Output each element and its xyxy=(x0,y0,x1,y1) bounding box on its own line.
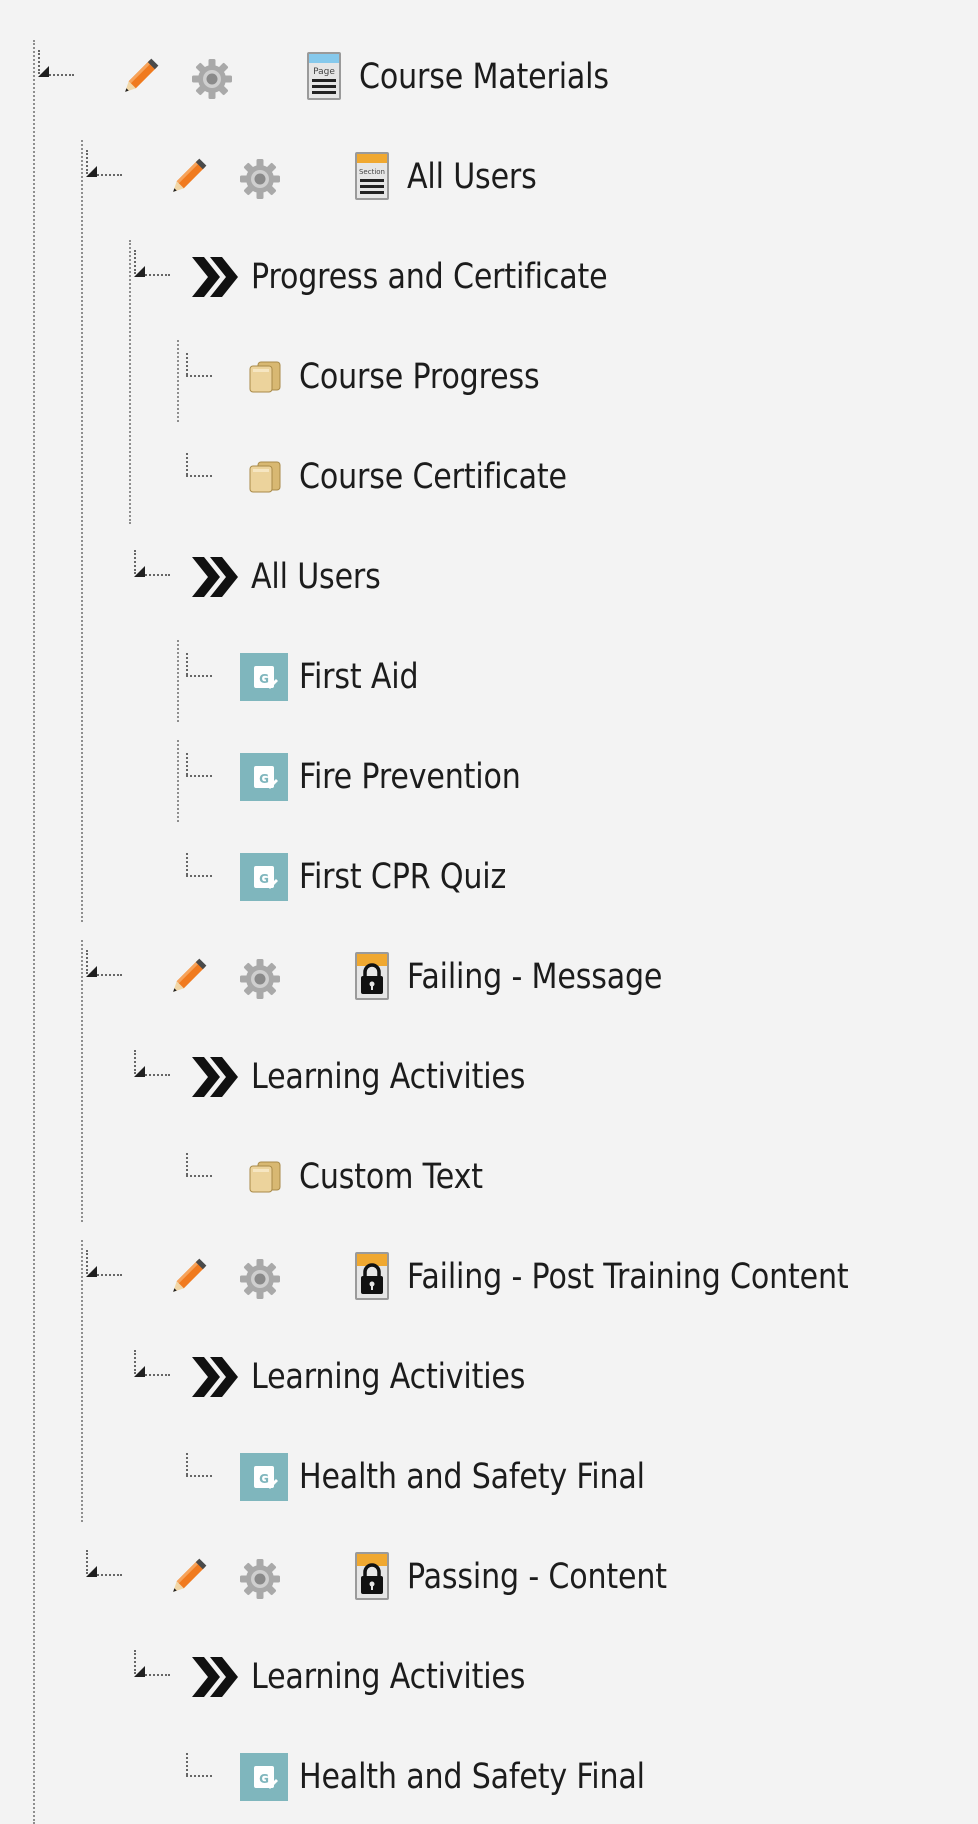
leaf-connector xyxy=(186,1453,216,1477)
tree-leaf-health-and-safety-final[interactable]: Health and Safety Final xyxy=(0,1745,978,1809)
pencil-edit-icon[interactable] xyxy=(118,55,162,99)
folder-icon xyxy=(248,360,282,394)
double-chevron-icon xyxy=(190,253,238,301)
course-module-icon xyxy=(240,1453,288,1501)
tree-node-label[interactable]: Progress and Certificate xyxy=(251,257,608,297)
tree-node-label[interactable]: Failing - Post Training Content xyxy=(407,1257,849,1297)
leaf-connector xyxy=(186,753,216,777)
tree-node-label[interactable]: Fire Prevention xyxy=(299,757,521,797)
locked-section-icon xyxy=(355,1252,389,1300)
gear-settings-icon[interactable] xyxy=(238,157,282,201)
pencil-edit-icon[interactable] xyxy=(166,1555,210,1599)
gear-settings-icon[interactable] xyxy=(238,1257,282,1301)
expand-toggle[interactable] xyxy=(134,1350,182,1380)
expand-toggle[interactable] xyxy=(134,250,182,280)
leaf-connector xyxy=(186,853,216,877)
course-module-icon xyxy=(240,1753,288,1801)
tree-node-label[interactable]: Health and Safety Final xyxy=(299,1457,645,1497)
expand-toggle[interactable] xyxy=(38,50,86,80)
folder-icon xyxy=(248,1160,282,1194)
leaf-connector xyxy=(186,1753,216,1777)
double-chevron-icon xyxy=(190,1653,238,1701)
leaf-connector xyxy=(186,453,216,477)
tree-node-label[interactable]: Custom Text xyxy=(299,1157,483,1197)
tree-node-label[interactable]: Learning Activities xyxy=(251,1657,525,1697)
leaf-connector xyxy=(186,353,216,377)
expand-toggle[interactable] xyxy=(86,1550,134,1580)
tree-leaf-first-aid[interactable]: First Aid xyxy=(0,645,978,709)
tree-leaf-custom-text[interactable]: Custom Text xyxy=(0,1145,978,1209)
tree-group-all-users[interactable]: All Users xyxy=(0,545,978,609)
tree-node-failing-post-training-content[interactable]: Failing - Post Training Content xyxy=(0,1245,978,1309)
tree-leaf-fire-prevention[interactable]: Fire Prevention xyxy=(0,745,978,809)
gear-settings-icon[interactable] xyxy=(190,57,234,101)
tree-group-progress-and-certificate[interactable]: Progress and Certificate xyxy=(0,245,978,309)
tree-node-label[interactable]: First CPR Quiz xyxy=(299,857,506,897)
double-chevron-icon xyxy=(190,1353,238,1401)
double-chevron-icon xyxy=(190,553,238,601)
pencil-edit-icon[interactable] xyxy=(166,1255,210,1299)
tree-node-label[interactable]: Learning Activities xyxy=(251,1057,525,1097)
expand-toggle[interactable] xyxy=(86,950,134,980)
tree-node-label[interactable]: Course Progress xyxy=(299,357,540,397)
expand-toggle[interactable] xyxy=(86,150,134,180)
tree-leaf-course-certificate[interactable]: Course Certificate xyxy=(0,445,978,509)
tree-node-passing-content[interactable]: Passing - Content xyxy=(0,1545,978,1609)
page-icon xyxy=(307,52,341,100)
tree-node-label[interactable]: Passing - Content xyxy=(407,1557,667,1597)
tree-node-failing-message[interactable]: Failing - Message xyxy=(0,945,978,1009)
folder-icon xyxy=(248,460,282,494)
course-module-icon xyxy=(240,853,288,901)
tree-leaf-course-progress[interactable]: Course Progress xyxy=(0,345,978,409)
tree-node-label[interactable]: All Users xyxy=(407,157,537,197)
pencil-edit-icon[interactable] xyxy=(166,155,210,199)
tree-node-label[interactable]: First Aid xyxy=(299,657,419,697)
tree-node-all-users-section[interactable]: All Users xyxy=(0,145,978,209)
tree-node-label[interactable]: Course Certificate xyxy=(299,457,567,497)
tree-group-learning-activities[interactable]: Learning Activities xyxy=(0,1645,978,1709)
expand-toggle[interactable] xyxy=(134,1650,182,1680)
tree-group-learning-activities[interactable]: Learning Activities xyxy=(0,1045,978,1109)
expand-toggle[interactable] xyxy=(134,550,182,580)
course-module-icon xyxy=(240,753,288,801)
tree-group-learning-activities[interactable]: Learning Activities xyxy=(0,1345,978,1409)
tree-node-label[interactable]: Failing - Message xyxy=(407,957,662,997)
course-module-icon xyxy=(240,653,288,701)
tree-node-label[interactable]: Learning Activities xyxy=(251,1357,525,1397)
pencil-edit-icon[interactable] xyxy=(166,955,210,999)
tree-node-label[interactable]: All Users xyxy=(251,557,381,597)
tree-leaf-first-cpr-quiz[interactable]: First CPR Quiz xyxy=(0,845,978,909)
section-icon xyxy=(355,152,389,200)
gear-settings-icon[interactable] xyxy=(238,957,282,1001)
expand-toggle[interactable] xyxy=(86,1250,134,1280)
locked-section-icon xyxy=(355,1552,389,1600)
tree-node-label[interactable]: Course Materials xyxy=(359,57,609,97)
double-chevron-icon xyxy=(190,1053,238,1101)
leaf-connector xyxy=(186,1153,216,1177)
tree-node-label[interactable]: Health and Safety Final xyxy=(299,1757,645,1797)
leaf-connector xyxy=(186,653,216,677)
expand-toggle[interactable] xyxy=(134,1050,182,1080)
tree-node-course-materials[interactable]: Course Materials xyxy=(0,45,978,109)
locked-section-icon xyxy=(355,952,389,1000)
tree-leaf-health-and-safety-final[interactable]: Health and Safety Final xyxy=(0,1445,978,1509)
gear-settings-icon[interactable] xyxy=(238,1557,282,1601)
